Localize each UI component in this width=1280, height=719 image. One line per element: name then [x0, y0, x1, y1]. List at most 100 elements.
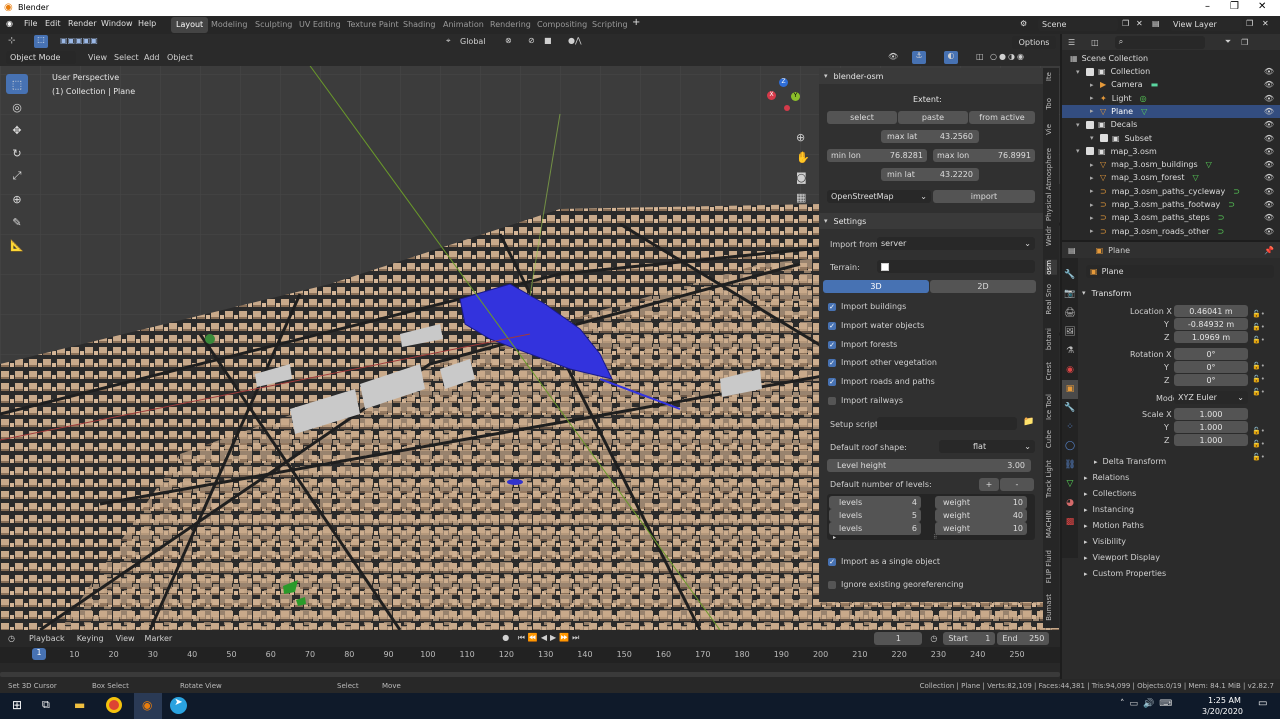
curve-data-icon[interactable]: ⊃ [1217, 227, 1224, 236]
telegram-icon[interactable]: ➤ [170, 697, 187, 714]
import-button[interactable]: import [933, 190, 1035, 203]
checkbox-icon[interactable]: ✓ [828, 557, 836, 566]
outliner-row-map-3-osm-forest[interactable]: ▸ ▽ map_3.osm_forest ▽ 👁 [1062, 171, 1280, 184]
tab-shading[interactable]: Shading [398, 17, 441, 33]
new-collection-icon[interactable]: ❐ [1241, 38, 1248, 47]
outliner-row-plane[interactable]: ▸ ▽ Plane ▽ 👁 [1062, 104, 1280, 118]
shading-modes-icon[interactable]: ○●◑◉ [990, 52, 1026, 61]
select-mode-icons[interactable]: ▣▣▣▣▣ [60, 36, 98, 45]
mode-3d-button[interactable]: 3D [823, 280, 929, 293]
modifier-tab-icon[interactable]: 🔧 [1062, 399, 1078, 418]
tool-tab-icon[interactable]: 🔧 [1062, 266, 1078, 285]
options-dropdown[interactable]: Options [1012, 36, 1056, 49]
check-import-buildings[interactable]: ✓ Import buildings [828, 302, 906, 311]
remove-level-button[interactable]: - [1000, 478, 1034, 491]
orientation-selector[interactable]: Global [460, 37, 486, 46]
output-tab-icon[interactable]: 🖨 [1062, 304, 1078, 323]
checkbox-icon[interactable]: ✓ [828, 321, 836, 330]
notifications-icon[interactable]: ▭ [1258, 698, 1267, 709]
scene-selector[interactable]: Scene [1038, 18, 1118, 31]
end-frame-field[interactable]: End 250 [997, 631, 1050, 645]
visibility-eye-icon[interactable]: 👁 [1264, 173, 1274, 182]
ortho-grid-icon[interactable]: ▦ [796, 191, 806, 204]
rotate-tool-icon[interactable]: ↻ [6, 143, 28, 163]
scene-icon[interactable]: ⚙ [1020, 19, 1027, 28]
expand-icon[interactable]: ▸ [1090, 187, 1100, 195]
mesh-data-icon[interactable]: ▽ [1192, 173, 1198, 182]
curve-data-icon[interactable]: ⊃ [1218, 213, 1225, 222]
outliner-row-map-3-osm-paths-footway[interactable]: ▸ ⊃ map_3.osm_paths_footway ⊃ 👁 [1062, 198, 1280, 211]
pivot-icon[interactable]: ⊗ [505, 36, 512, 45]
tab-scripting[interactable]: Scripting [587, 17, 633, 33]
rotation-x-field[interactable]: 0° [1174, 348, 1248, 360]
section-viewport-display[interactable]: ▸ Viewport Display [1084, 553, 1160, 562]
expand-icon[interactable]: ▾ [1090, 134, 1100, 142]
checkbox-icon[interactable] [828, 580, 836, 589]
camera-view-icon[interactable]: ◙ [796, 171, 807, 184]
visibility-eye-icon[interactable]: 👁 [1264, 187, 1274, 196]
add-level-button[interactable]: + [979, 478, 999, 491]
filter-icon[interactable]: ⏷ [1225, 37, 1231, 47]
levels-row-1[interactable]: levels 4 [829, 496, 921, 509]
extent-select-button[interactable]: select [827, 111, 897, 124]
outliner-editor-icon[interactable]: ☰ [1068, 38, 1075, 47]
windows-start-icon[interactable]: ⊞ [12, 698, 22, 712]
data-tab-icon[interactable]: ▽ [1062, 475, 1078, 494]
outliner-row-map-3-osm-roads-other[interactable]: ▸ ⊃ map_3.osm_roads_other ⊃ 👁 [1062, 225, 1280, 238]
scene-collection-row[interactable]: ▦ Scene Collection [1062, 52, 1280, 65]
collection-checkbox-icon[interactable] [1086, 147, 1094, 156]
overlay-toggle-icon[interactable]: ◐ [944, 51, 958, 64]
scale-x-field[interactable]: 1.000 [1174, 408, 1248, 420]
section-expand-icon[interactable]: ▸ [1084, 538, 1088, 546]
mesh-data-icon[interactable]: ▽ [1141, 107, 1147, 116]
object-tab-icon[interactable]: ▣ [1062, 380, 1078, 399]
transform-tool-icon[interactable]: ⊕ [6, 189, 28, 209]
maximize-button[interactable]: ❐ [1230, 1, 1239, 12]
location-z-field[interactable]: 1.0969 m [1174, 331, 1248, 343]
check-import-roads[interactable]: ✓ Import roads and paths [828, 377, 935, 386]
current-frame-marker[interactable]: 1 [32, 648, 46, 660]
close-button[interactable]: ✕ [1258, 1, 1266, 12]
check-single-object[interactable]: ✓ Import as a single object [828, 557, 940, 566]
curve-data-icon[interactable]: ⊃ [1233, 187, 1240, 196]
file-explorer-icon[interactable]: ▬ [74, 698, 85, 712]
check-ignore-georef[interactable]: Ignore existing georeferencing [828, 580, 963, 589]
task-view-icon[interactable]: ⧉ [42, 698, 50, 712]
setup-script-field[interactable] [877, 417, 1017, 430]
scale-tool-icon[interactable]: ⤢ [6, 166, 28, 186]
weight-row-2[interactable]: weight 40 [935, 509, 1027, 522]
measure-tool-icon[interactable]: 📐 [6, 235, 28, 255]
tab-animation[interactable]: Animation [438, 17, 489, 33]
view-layer-selector[interactable]: View Layer [1170, 18, 1242, 31]
location-x-field[interactable]: 0.46041 m [1174, 305, 1248, 317]
menu-window[interactable]: Window [101, 19, 133, 28]
curve-data-icon[interactable]: ⊃ [1228, 200, 1235, 209]
outliner-row-camera[interactable]: ▸ ▶ Camera ▬ 👁 [1062, 78, 1280, 91]
lock-icons[interactable]: 🔓• 🔓• 🔓• 🔓• 🔓• 🔓• 🔓• 🔓• 🔓• [1252, 308, 1265, 464]
location-y-field[interactable]: -0.84932 m [1174, 318, 1248, 330]
sidebar-tab-flip-fluid[interactable]: FLIP Fluid [1045, 550, 1057, 583]
sidebar-tab-ite[interactable]: Ite [1045, 72, 1057, 81]
visibility-icon[interactable]: 👁 [888, 52, 898, 61]
view-layer-icon[interactable]: ▤ [1152, 19, 1160, 28]
visibility-eye-icon[interactable]: 👁 [1264, 94, 1274, 103]
camera-data-icon[interactable]: ▬ [1151, 80, 1159, 89]
section-expand-icon[interactable]: ▸ [1084, 490, 1088, 498]
tab-uv-editing[interactable]: UV Editing [294, 17, 346, 33]
rotation-mode-dropdown[interactable]: XYZ Euler ⌄ [1174, 391, 1248, 404]
extent-paste-button[interactable]: paste [898, 111, 968, 124]
expand-icon[interactable]: ▸ [1090, 81, 1100, 89]
visibility-eye-icon[interactable]: 👁 [1264, 120, 1274, 129]
gizmo-neg-x[interactable] [784, 105, 790, 111]
constraints-tab-icon[interactable]: ⛓ [1062, 456, 1078, 475]
minimize-button[interactable]: – [1205, 1, 1210, 12]
section-custom-properties[interactable]: ▸ Custom Properties [1084, 569, 1166, 578]
menu-add[interactable]: Add [144, 53, 160, 62]
light-data-icon[interactable]: ◎ [1140, 94, 1147, 103]
menu-keying[interactable]: Keying [77, 634, 104, 643]
outliner-search-input[interactable]: ⌕ [1114, 35, 1205, 49]
tab-texture-paint[interactable]: Texture Paint [342, 17, 404, 33]
checkbox-icon[interactable]: ✓ [828, 302, 836, 311]
scale-y-field[interactable]: 1.000 [1174, 421, 1248, 433]
material-tab-icon[interactable]: ◕ [1062, 494, 1078, 513]
